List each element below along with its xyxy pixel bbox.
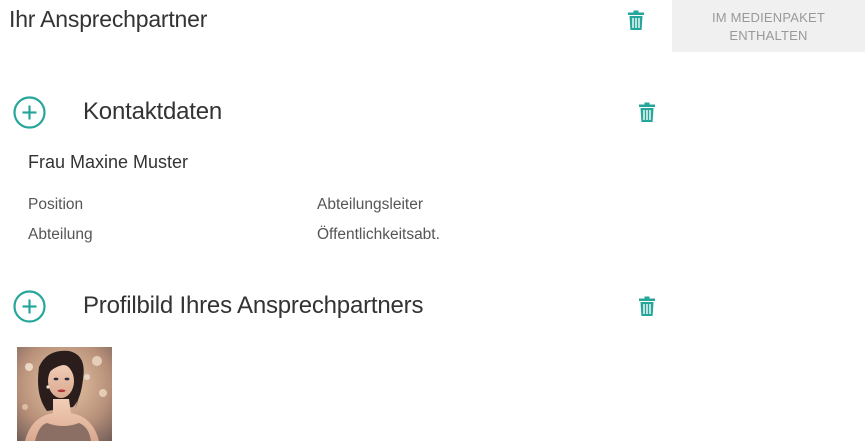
trash-icon[interactable]	[639, 296, 655, 316]
trash-icon[interactable]	[628, 10, 644, 30]
plus-circle-icon	[13, 290, 46, 323]
avatar	[17, 347, 112, 441]
page-title: Ihr Ansprechpartner	[9, 6, 208, 32]
field-value-position: Abteilungsleiter	[317, 196, 423, 213]
section-title-profilbild: Profilbild Ihres Ansprechpartners	[83, 292, 424, 319]
add-contact-button[interactable]	[13, 96, 46, 129]
field-value-abteilung: Öffentlichkeitsabt.	[317, 226, 440, 243]
field-label-position: Position	[28, 196, 84, 213]
add-profile-picture-button[interactable]	[13, 290, 46, 323]
plus-circle-icon	[13, 96, 46, 129]
media-package-badge: IM MEDIENPAKET ENTHALTEN	[672, 0, 865, 52]
trash-icon[interactable]	[639, 102, 655, 122]
profile-picture[interactable]	[17, 347, 112, 441]
field-label-abteilung: Abteilung	[28, 226, 93, 243]
section-title-kontaktdaten: Kontaktdaten	[83, 98, 223, 125]
contact-name: Frau Maxine Muster	[28, 152, 189, 172]
